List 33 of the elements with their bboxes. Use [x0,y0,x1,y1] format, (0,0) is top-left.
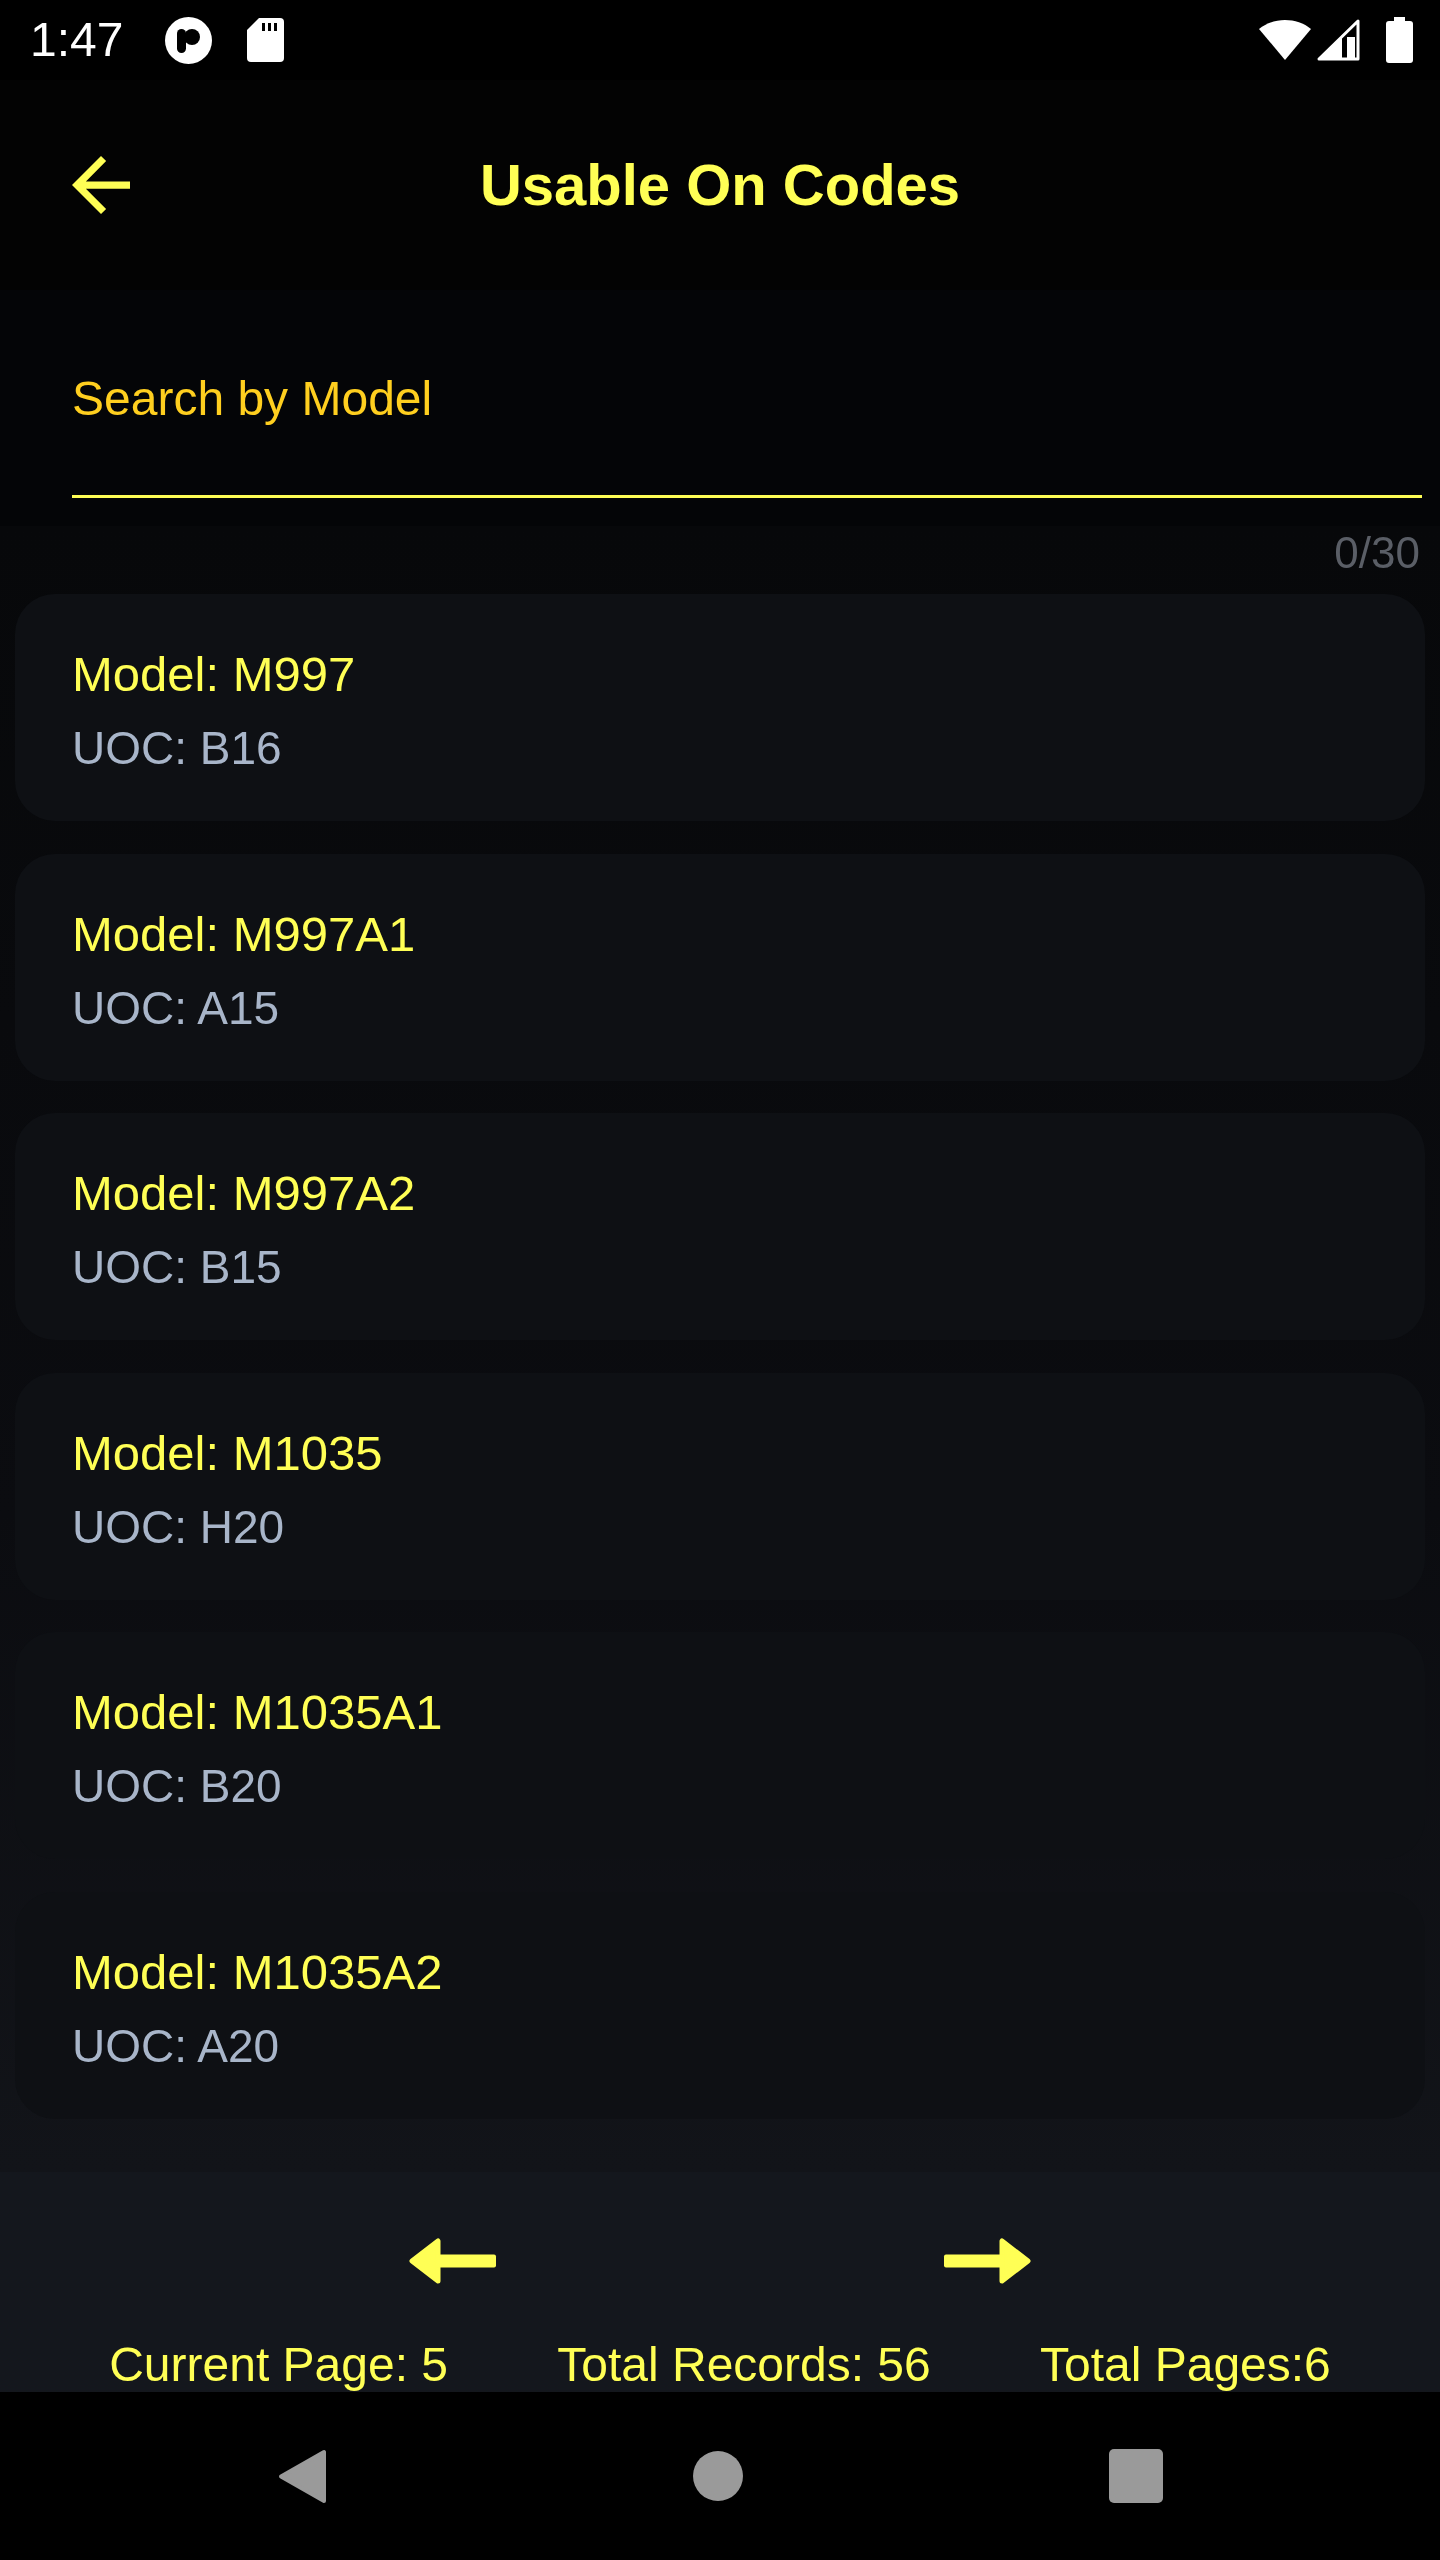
uoc-label: UOC: B20 [72,1759,283,1815]
model-label: Model: M1035A2 [72,1943,444,2001]
wifi-icon [1258,19,1312,61]
uoc-label: UOC: B15 [72,1240,283,1296]
right-arrow-icon [942,2238,1032,2284]
record-card[interactable]: Model: M997A2 UOC: B15 [15,1113,1425,1341]
model-label: Model: M997A2 [72,1165,417,1223]
total-pages-label: Total Pages:6 [1039,2337,1331,2393]
left-arrow-icon [72,156,130,214]
current-page-label: Current Page: 5 [109,2337,449,2393]
total-records-label: Total Records: 56 [557,2337,931,2393]
model-label: Model: M997A1 [72,905,417,963]
signal-icon [1316,19,1360,61]
square-icon [1108,2449,1163,2503]
model-label: Model: M1035A1 [72,1684,444,1742]
left-arrow-icon [408,2238,498,2284]
status-time: 1:47 [30,12,124,68]
uoc-label: UOC: A20 [72,2018,281,2074]
uoc-label: UOC: H20 [72,1499,286,1555]
sd-card-icon [247,18,285,62]
circle-icon [692,2451,743,2501]
model-label: Model: M997 [72,646,357,703]
model-label: Model: M1035 [72,1424,384,1482]
round-logo-icon [165,16,213,64]
character-counter: 0/30 [1333,527,1421,579]
record-card[interactable]: Model: M997 UOC: B16 [15,594,1425,821]
uoc-label: UOC: B16 [72,721,283,776]
record-card[interactable]: Model: M997A1 UOC: A15 [15,853,1425,1081]
screen-title: Usable On Codes [479,151,961,219]
uoc-label: UOC: A15 [72,980,281,1036]
triangle-icon [277,2448,327,2504]
battery-icon [1386,17,1413,63]
search-field[interactable]: Search by Model [72,360,1422,498]
